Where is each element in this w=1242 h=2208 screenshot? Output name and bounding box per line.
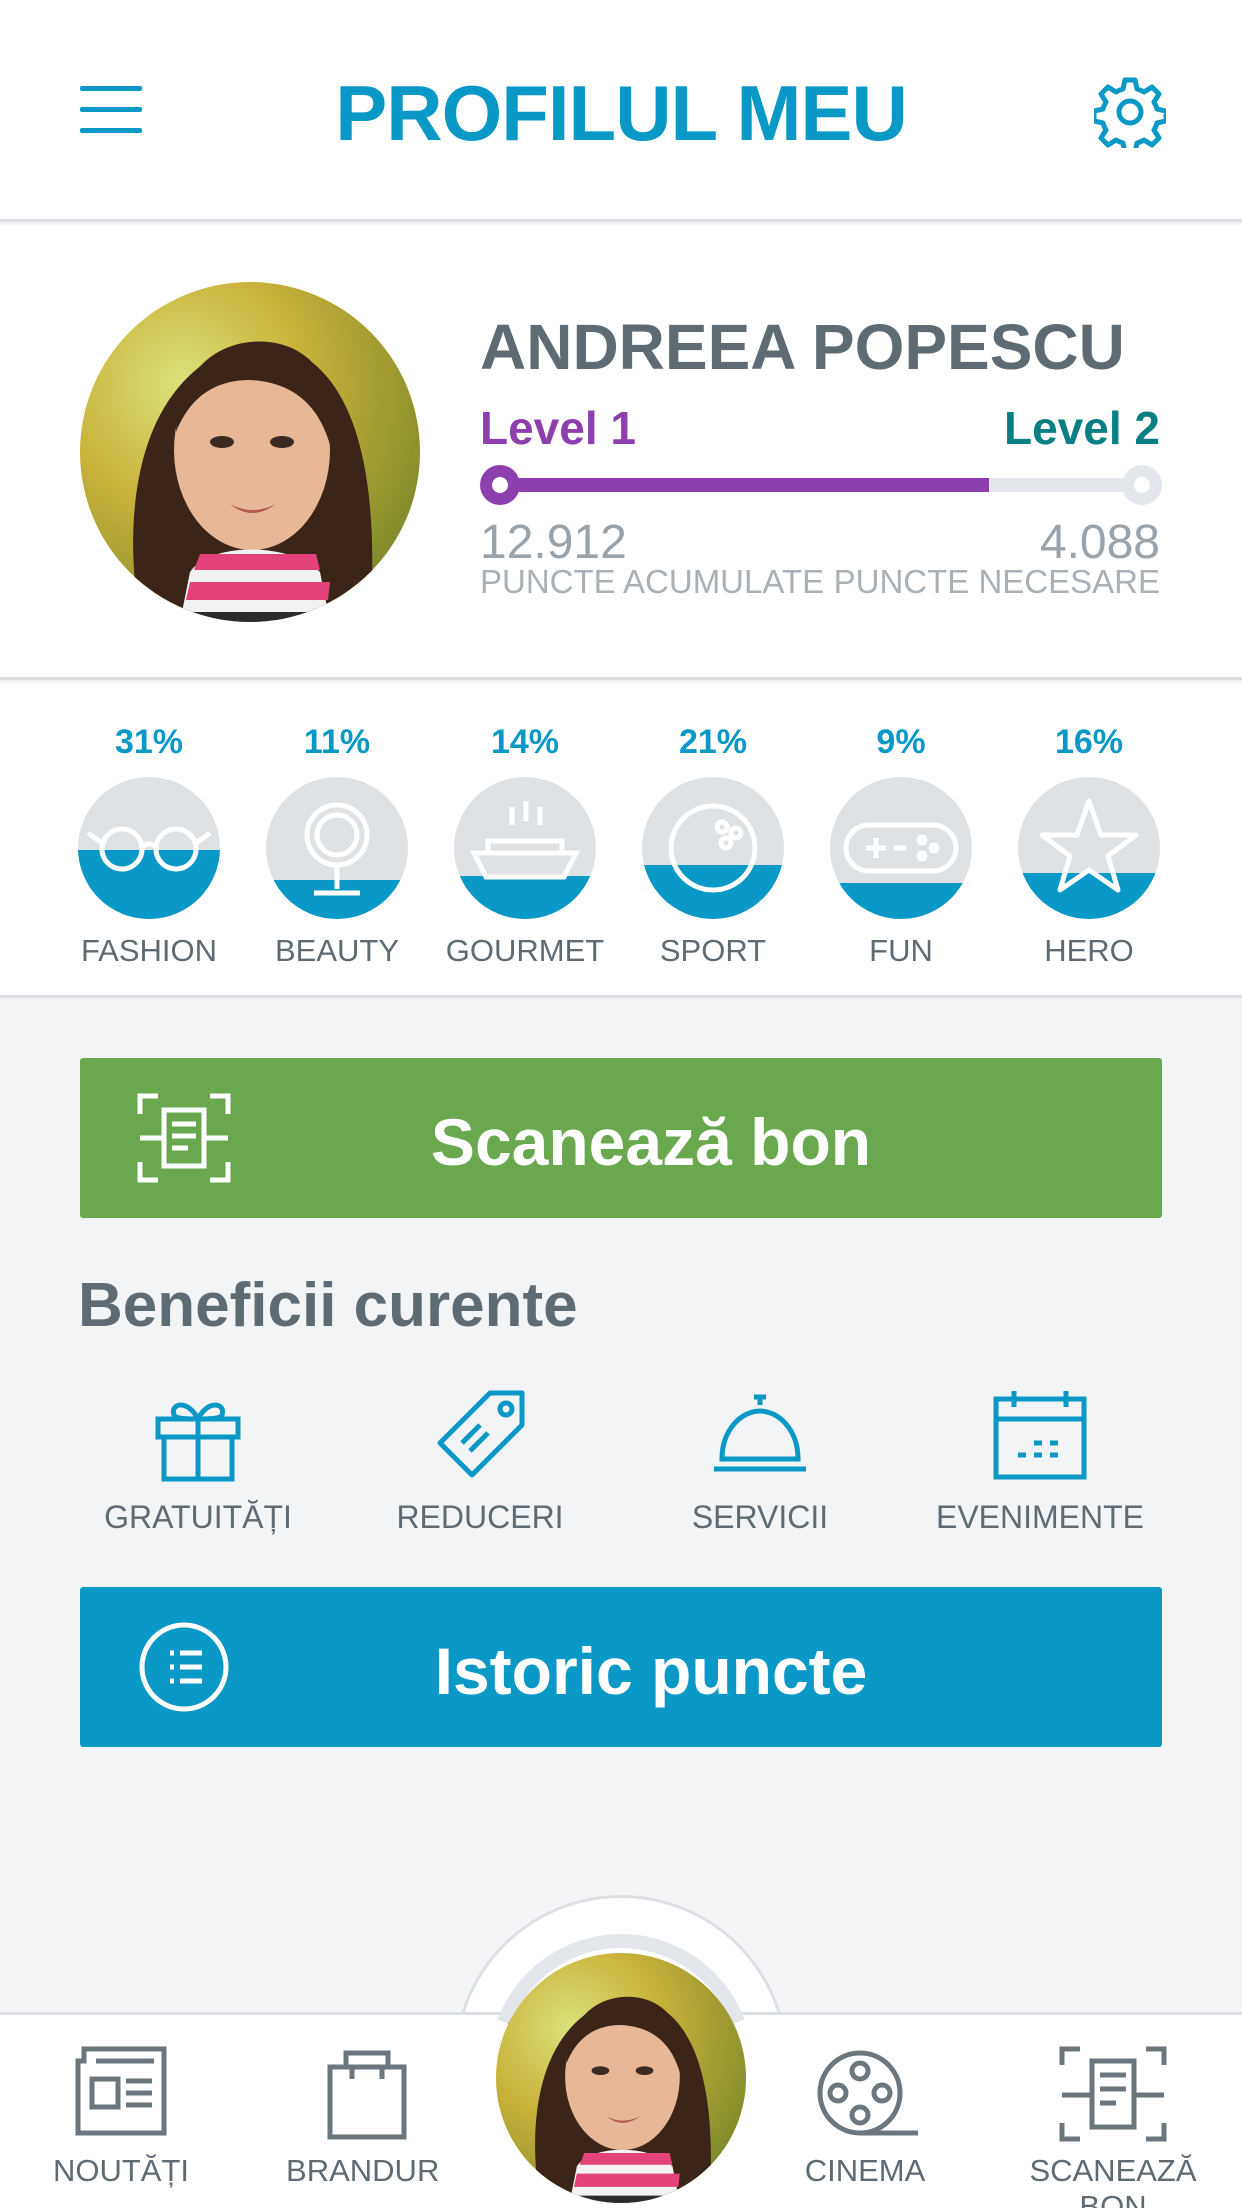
category-percent: 11% <box>303 723 371 761</box>
progress-start-dot <box>480 465 520 505</box>
profile-card: ANDREEA POPESCU Level 1 Level 2 12.912 P… <box>0 225 1242 680</box>
category-gourmet[interactable]: 14% GOURMET <box>435 723 615 969</box>
gamepad-icon <box>843 822 959 874</box>
nav-label: NOUTĂȚI <box>52 2153 190 2188</box>
scan-button-label: Scanează bon <box>430 1105 872 1179</box>
glasses-icon <box>86 826 212 872</box>
category-percent: 9% <box>876 723 926 761</box>
next-level-label: Level 2 <box>1004 402 1160 454</box>
progress-end-dot <box>1122 465 1162 505</box>
category-label: FUN <box>869 933 933 968</box>
gear-icon[interactable] <box>1091 76 1169 155</box>
user-name: ANDREEA POPESCU <box>480 311 1125 383</box>
category-percent: 21% <box>678 723 748 761</box>
benefit-reduceri[interactable]: REDUCERI <box>350 1385 610 1536</box>
category-gauge <box>78 777 220 919</box>
page-title: PROFILUL MEU <box>335 69 908 157</box>
category-label: BEAUTY <box>274 933 400 968</box>
benefit-gratuitati[interactable]: GRATUITĂȚI <box>68 1385 328 1536</box>
points-accumulated-label: PUNCTE ACUMULATE <box>480 563 825 600</box>
category-gauge <box>1018 777 1160 919</box>
category-percent: 14% <box>490 723 560 761</box>
benefit-evenimente[interactable]: EVENIMENTE <box>910 1385 1170 1536</box>
nav-item-noutati[interactable]: NOUTĂȚI <box>6 2045 236 2189</box>
category-beauty[interactable]: 11% BEAUTY <box>247 723 427 969</box>
category-stats: 31% FASHION 11% BEAUTY 14% GOURMET 21% S… <box>0 683 1242 998</box>
gift-icon <box>155 1402 241 1482</box>
calendar-icon <box>993 1391 1087 1480</box>
profile-screen: PROFILUL MEU ANDREEA POPESCU Level 1 Lev… <box>0 0 1242 2208</box>
tag-icon <box>437 1390 525 1478</box>
scan-receipt-icon <box>1059 2046 1167 2142</box>
nav-item-scaneaza-bon[interactable]: SCANEAZĂ BON <box>998 2045 1228 2208</box>
star-icon <box>1039 798 1139 893</box>
avatar[interactable] <box>80 282 420 622</box>
category-percent: 31% <box>114 723 184 761</box>
bowling-ball-icon <box>668 803 758 893</box>
shopping-bag-icon <box>327 2050 407 2140</box>
points-history-button[interactable]: Istoric puncte <box>80 1587 1162 1747</box>
benefit-label: GRATUITĂȚI <box>104 1499 292 1535</box>
points-needed-value: 4.088 <box>1039 516 1160 569</box>
category-gauge <box>830 777 972 919</box>
nav-profile-avatar[interactable] <box>496 1953 746 2203</box>
history-button-label: Istoric puncte <box>434 1634 868 1708</box>
level-progress-fill <box>498 478 989 492</box>
category-label: GOURMET <box>445 933 605 968</box>
category-sport[interactable]: 21% SPORT <box>623 723 803 969</box>
benefit-label: SERVICII <box>691 1499 829 1535</box>
nav-label: SCANEAZĂ BON <box>1029 2153 1197 2208</box>
points-needed-label: PUNCTE NECESARE <box>833 563 1160 600</box>
benefit-label: REDUCERI <box>396 1499 564 1535</box>
category-fun[interactable]: 9% FUN <box>811 723 991 969</box>
newspaper-icon <box>75 2046 167 2136</box>
category-gauge <box>454 777 596 919</box>
current-level-label: Level 1 <box>480 402 636 454</box>
benefits-title: Beneficii curente <box>78 1271 578 1340</box>
cloche-icon <box>714 1394 806 1472</box>
dish-icon <box>469 801 581 880</box>
scan-receipt-button[interactable]: Scanează bon <box>80 1058 1162 1218</box>
category-label: FASHION <box>80 933 218 968</box>
film-reel-icon <box>817 2050 918 2136</box>
benefit-label: EVENIMENTE <box>935 1499 1145 1535</box>
category-gauge <box>642 777 784 919</box>
category-hero[interactable]: 16% HERO <box>999 723 1179 969</box>
category-label: HERO <box>1044 933 1134 968</box>
benefit-servicii[interactable]: SERVICII <box>630 1385 890 1536</box>
points-accumulated-value: 12.912 <box>480 516 627 569</box>
level-progress-bar <box>480 465 1162 505</box>
top-bar: PROFILUL MEU <box>0 0 1242 222</box>
category-gauge <box>266 777 408 919</box>
mirror-icon <box>304 802 370 896</box>
category-label: SPORT <box>659 933 767 968</box>
category-fashion[interactable]: 31% FASHION <box>59 723 239 969</box>
category-percent: 16% <box>1054 723 1124 761</box>
